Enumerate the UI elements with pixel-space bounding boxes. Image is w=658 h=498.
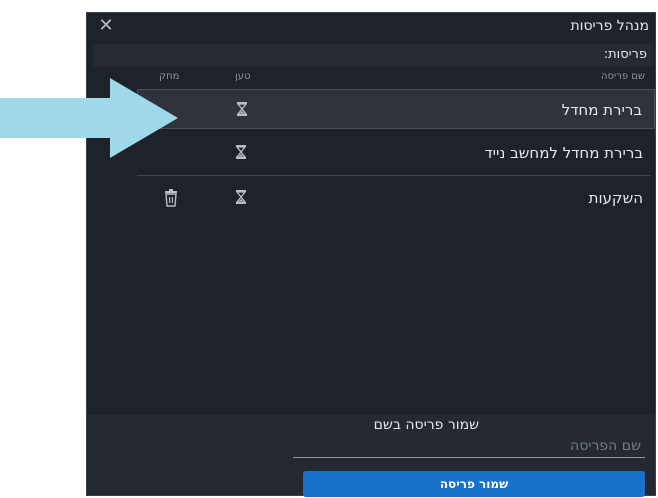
layouts-section-label: פריסות: bbox=[603, 47, 647, 62]
arrow-icon bbox=[0, 78, 178, 158]
trash-icon[interactable] bbox=[163, 189, 179, 207]
title-bar: מנהל פריסות ✕ bbox=[87, 13, 655, 43]
layout-name: השקעות bbox=[588, 189, 643, 207]
list-divider bbox=[137, 175, 651, 176]
hourglass-icon[interactable] bbox=[234, 101, 250, 117]
layout-name-input[interactable] bbox=[293, 435, 645, 458]
save-layout-button[interactable]: שמור פריסה bbox=[303, 471, 645, 497]
hourglass-icon[interactable] bbox=[233, 144, 249, 160]
dialog-title: מנהל פריסות bbox=[570, 18, 649, 34]
hourglass-icon[interactable] bbox=[233, 189, 249, 205]
layouts-section-header: פריסות: bbox=[93, 44, 653, 66]
close-icon[interactable]: ✕ bbox=[97, 17, 115, 35]
column-header-load: טען bbox=[235, 71, 251, 82]
layout-name: ברירת מחדל למחשב נייד bbox=[484, 144, 643, 162]
column-header-name: שם פריסה bbox=[600, 71, 645, 82]
save-layout-panel: שמור פריסה בשם שמור פריסה bbox=[87, 415, 655, 497]
layout-name: ברירת מחדל bbox=[561, 101, 642, 119]
layout-row-investments[interactable]: השקעות bbox=[137, 178, 655, 218]
save-as-heading: שמור פריסה בשם bbox=[373, 417, 479, 433]
